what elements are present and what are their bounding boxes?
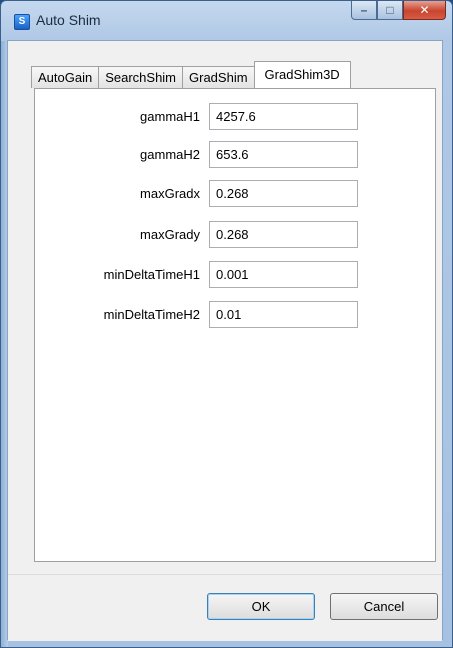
field-row-gammah2: gammaH2 653.6 [35, 141, 365, 169]
maxgrady-label: maxGrady [140, 227, 200, 242]
mindeltatimeh1-input[interactable]: 0.001 [209, 261, 358, 288]
tab-autogain[interactable]: AutoGain [31, 66, 100, 88]
close-button[interactable]: ✕ [403, 1, 446, 20]
maxgrady-input[interactable]: 0.268 [209, 221, 358, 248]
maximize-icon: □ [386, 3, 394, 17]
maxgradx-input[interactable]: 0.268 [209, 180, 358, 207]
caption-buttons: – □ ✕ [351, 1, 446, 21]
maximize-button[interactable]: □ [377, 1, 403, 20]
tab-panel-gradshim3d: gammaH1 4257.6 gammaH2 653.6 maxGradx 0.… [34, 88, 436, 562]
field-row-maxgrady: maxGrady 0.268 [35, 221, 365, 249]
gammah1-input[interactable]: 4257.6 [209, 103, 358, 130]
app-icon: S [14, 14, 30, 30]
tab-gradshim[interactable]: GradShim [182, 66, 255, 88]
field-row-maxgradx: maxGradx 0.268 [35, 180, 365, 208]
minimize-button[interactable]: – [351, 1, 377, 20]
gammah1-label: gammaH1 [140, 109, 200, 124]
maxgradx-label: maxGradx [140, 186, 200, 201]
gammah2-input[interactable]: 653.6 [209, 141, 358, 168]
field-row-mindeltatimeh2: minDeltaTimeH2 0.01 [35, 301, 365, 329]
tab-gradshim3d[interactable]: GradShim3D [253, 61, 351, 88]
close-icon: ✕ [419, 3, 430, 17]
mindeltatimeh1-label: minDeltaTimeH1 [103, 267, 200, 282]
mindeltatimeh2-input[interactable]: 0.01 [209, 301, 358, 328]
ok-button[interactable]: OK [207, 593, 315, 620]
window-title: Auto Shim [36, 12, 101, 28]
title-bar[interactable]: S Auto Shim – □ ✕ [1, 1, 452, 41]
tab-bar: AutoGain SearchShim GradShim GradShim3D [31, 61, 351, 88]
field-row-gammah1: gammaH1 4257.6 [35, 103, 365, 131]
field-row-mindeltatimeh1: minDeltaTimeH1 0.001 [35, 261, 365, 289]
minimize-icon: – [360, 3, 368, 17]
tab-searchshim[interactable]: SearchShim [98, 66, 184, 88]
gammah2-label: gammaH2 [140, 147, 200, 162]
mindeltatimeh2-label: minDeltaTimeH2 [103, 307, 200, 322]
cancel-button[interactable]: Cancel [330, 593, 438, 620]
